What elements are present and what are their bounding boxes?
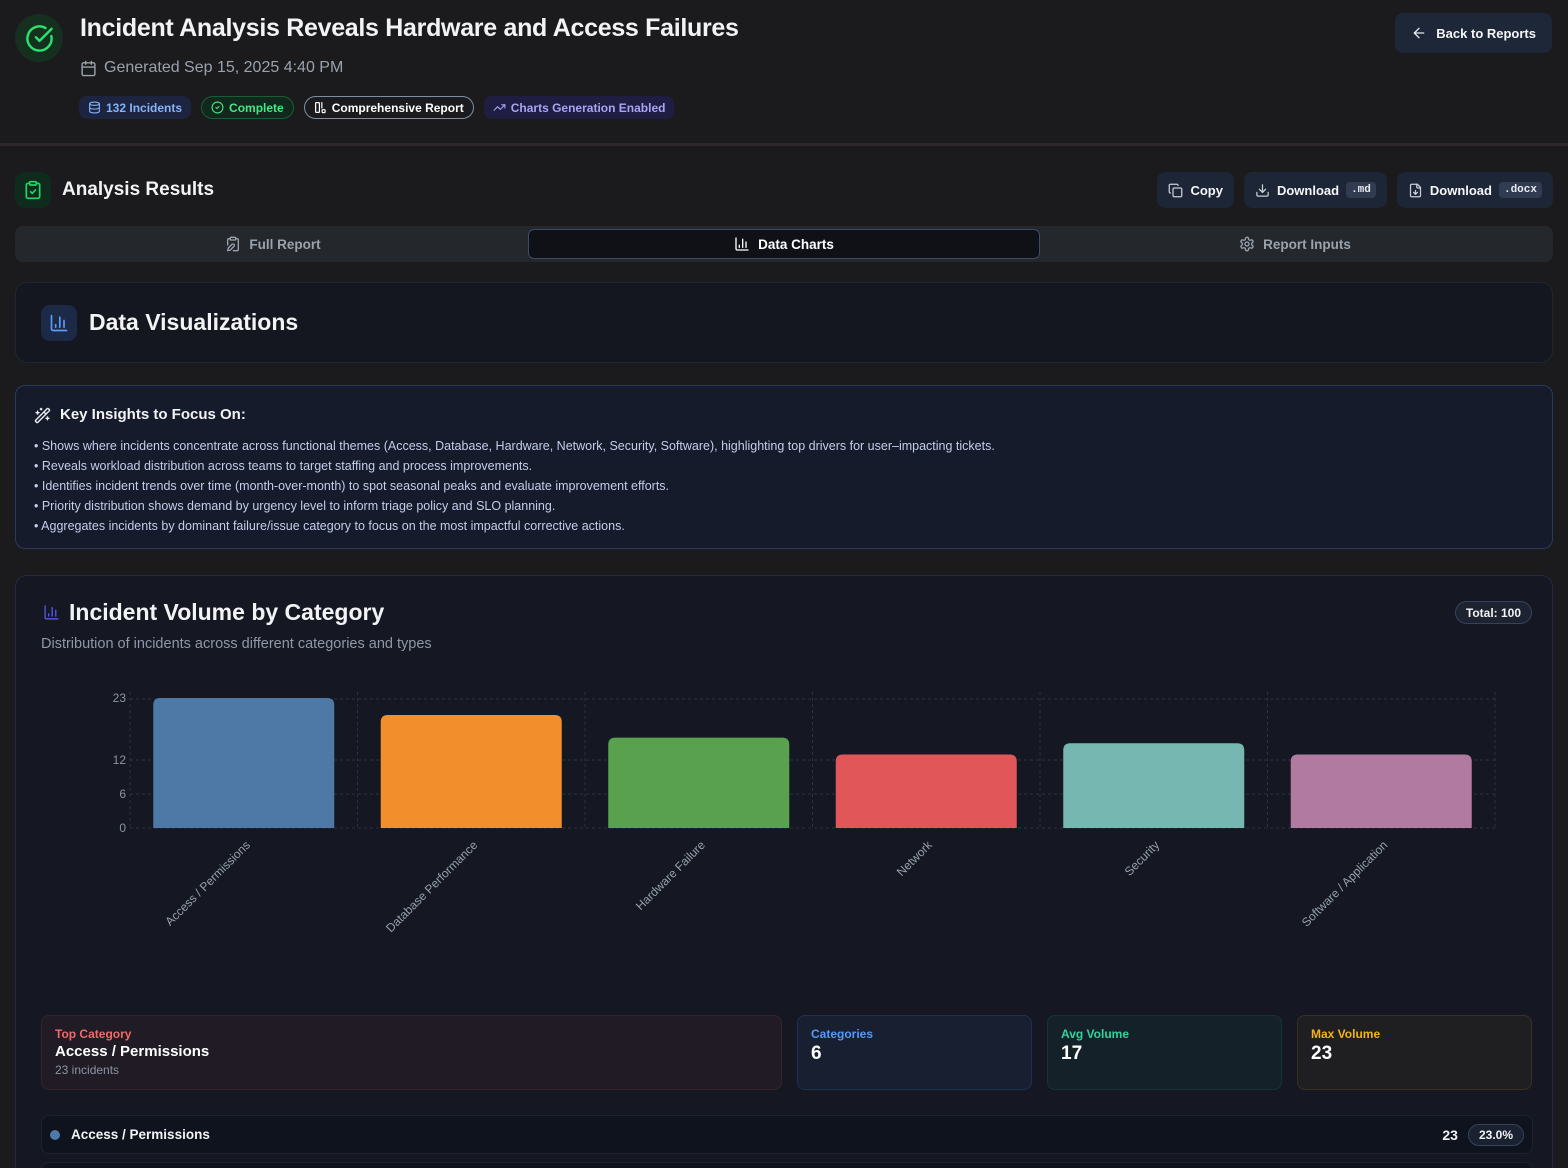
svg-text:23: 23 xyxy=(113,691,127,705)
svg-text:12: 12 xyxy=(113,753,127,767)
svg-text:0: 0 xyxy=(119,821,126,835)
svg-text:6: 6 xyxy=(119,787,126,801)
